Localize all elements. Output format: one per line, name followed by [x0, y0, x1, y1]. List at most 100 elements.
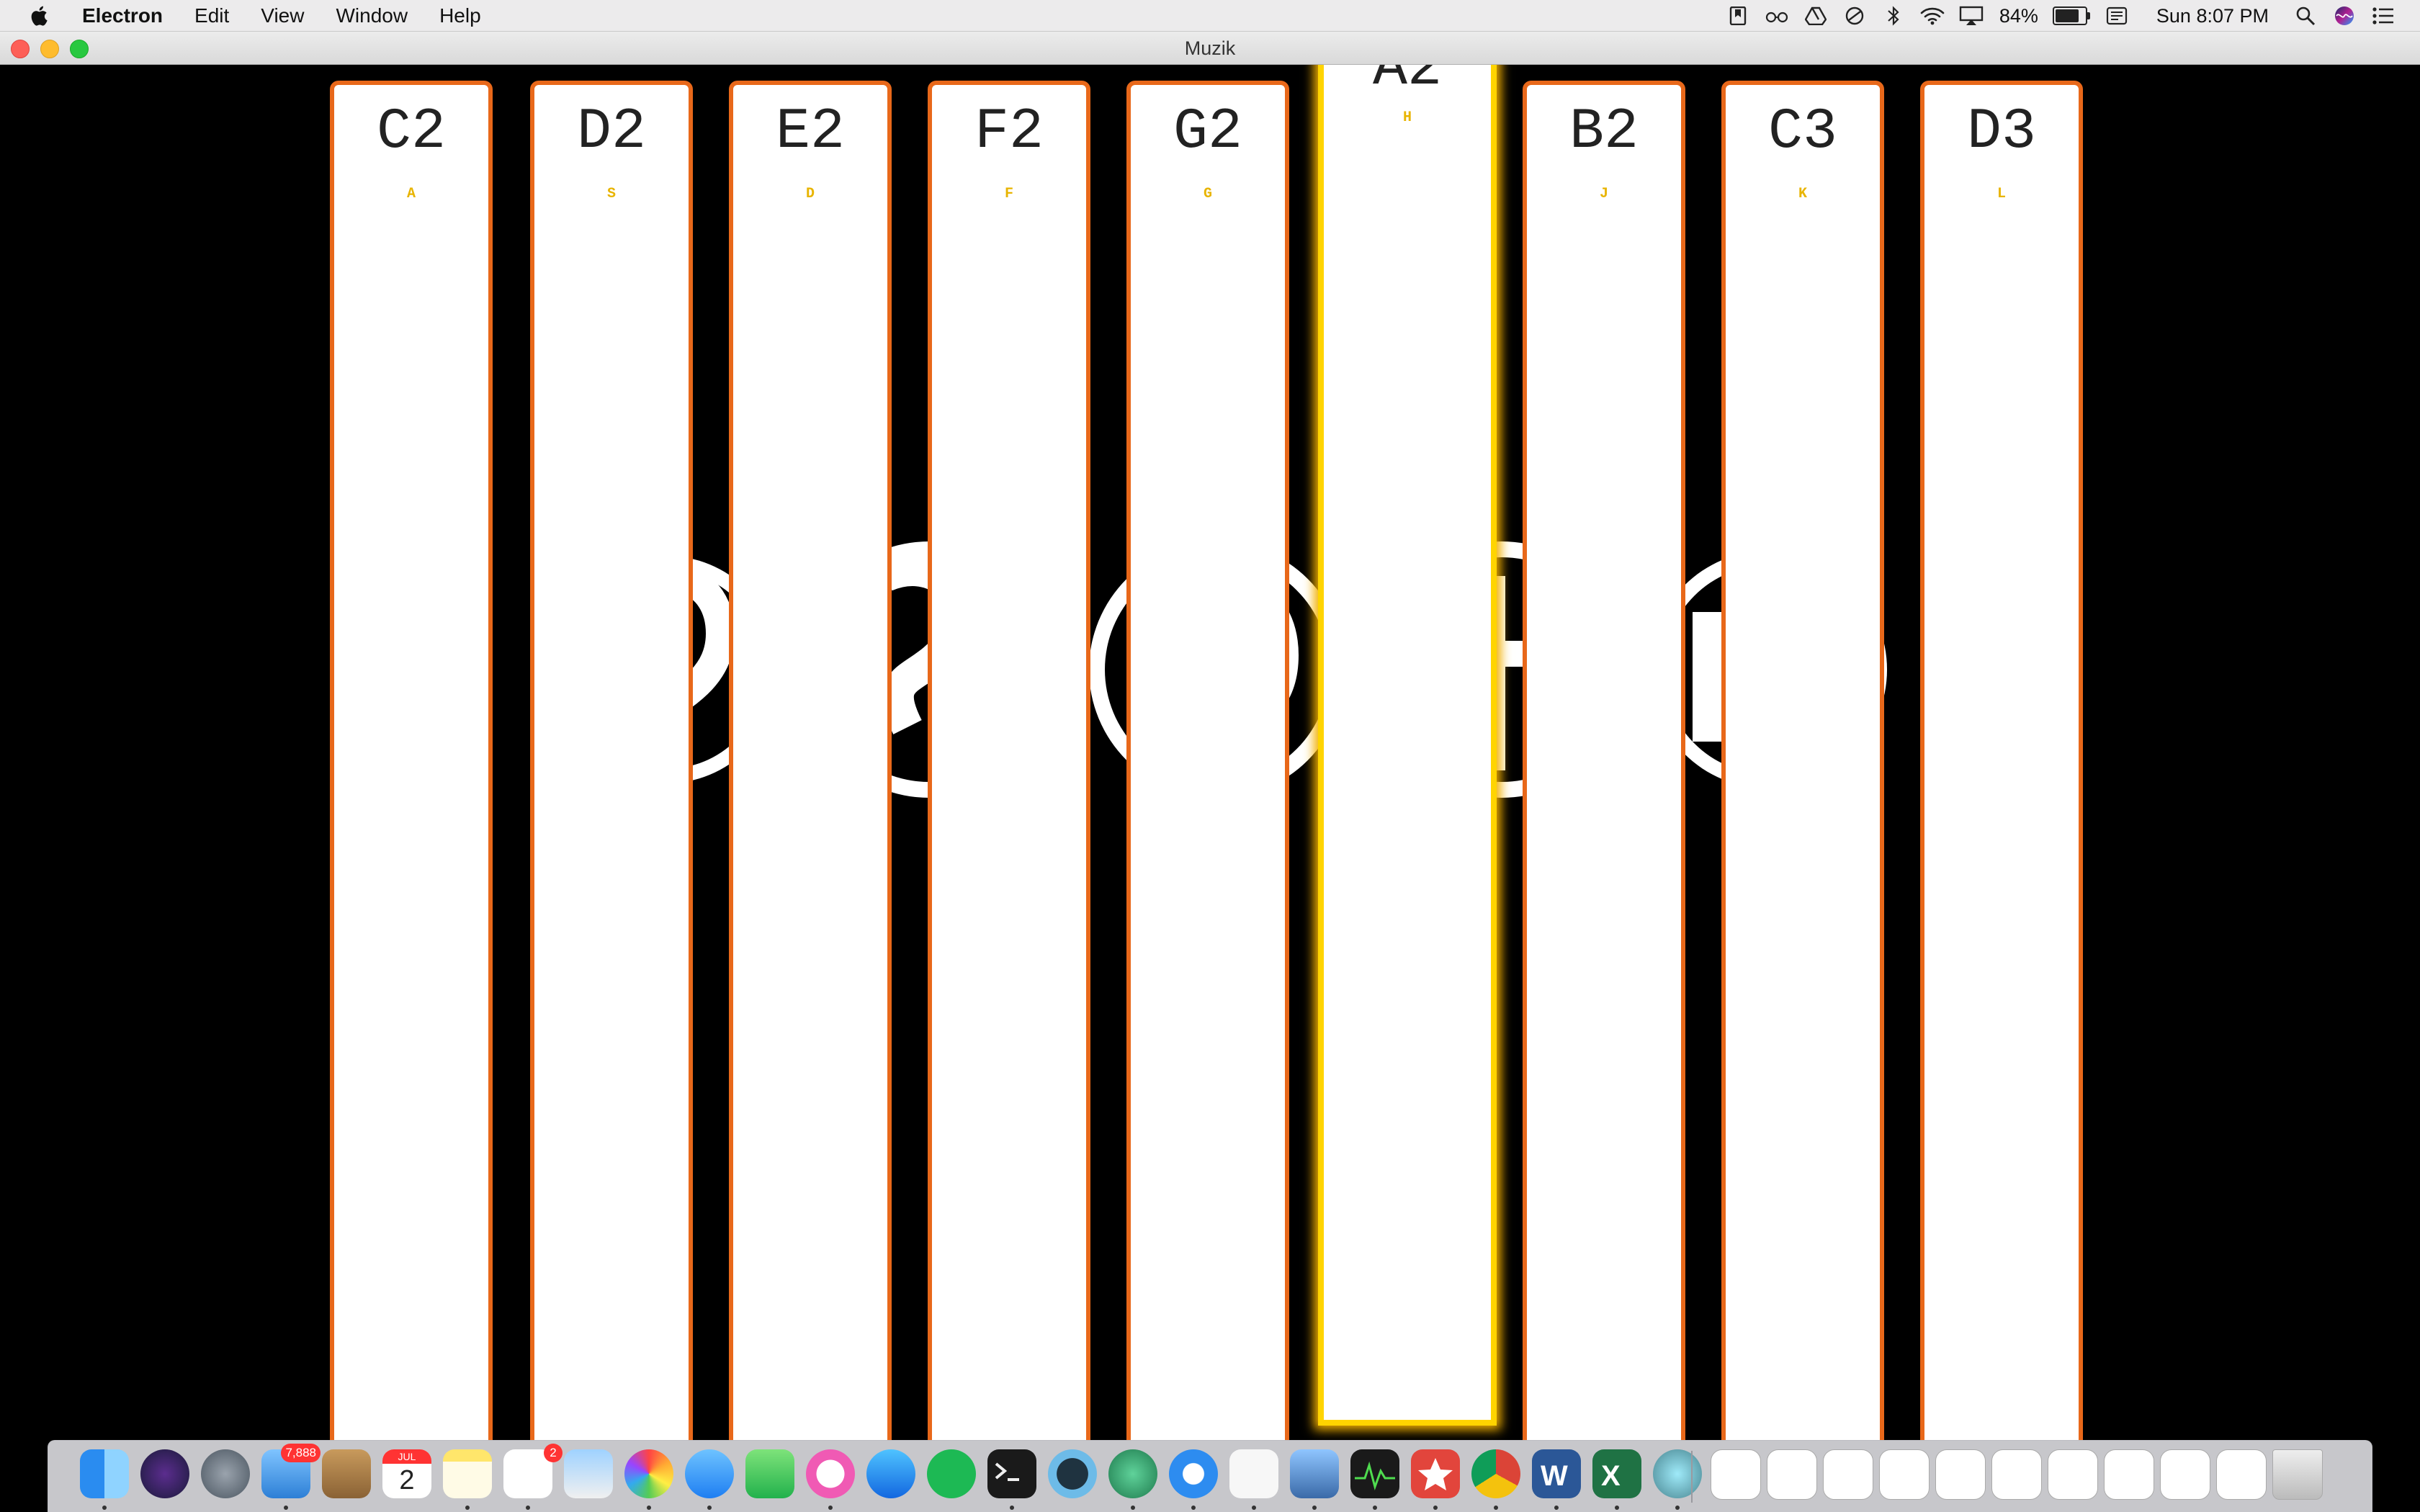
calendar-day: 2 [399, 1465, 415, 1495]
running-indicator [647, 1506, 651, 1510]
document-thumbnail-icon[interactable] [2048, 1449, 2098, 1500]
apple-icon[interactable] [29, 4, 52, 27]
menu-help[interactable]: Help [439, 4, 481, 27]
document-thumbnail-icon[interactable] [2104, 1449, 2154, 1500]
key-shortcut-hint: K [1798, 186, 1807, 202]
app-menu-electron[interactable]: Electron [82, 4, 163, 27]
piano-key-c2[interactable]: C2 A [330, 81, 493, 1440]
google-drive-icon[interactable] [1803, 4, 1828, 28]
dock-app-spotify[interactable] [927, 1449, 976, 1500]
dock-app-music[interactable] [806, 1449, 855, 1510]
window-titlebar: Muzik [0, 32, 2420, 65]
dock-app-contacts[interactable] [322, 1449, 371, 1500]
airplay-icon[interactable] [1959, 4, 1984, 28]
running-indicator [1554, 1506, 1559, 1510]
document-icon [1767, 1449, 1817, 1500]
piano-key-c3[interactable]: C3 K [1721, 81, 1884, 1440]
sync-icon[interactable] [1842, 4, 1867, 28]
dock-app-preview[interactable] [564, 1449, 613, 1500]
dock-app-word[interactable]: W [1532, 1449, 1581, 1510]
document-thumbnail-icon[interactable] [1879, 1449, 1930, 1500]
window-title: Muzik [1184, 37, 1236, 59]
svg-text:W: W [1541, 1460, 1568, 1492]
messages-icon [685, 1449, 734, 1498]
running-indicator [828, 1506, 833, 1510]
running-indicator [1615, 1506, 1619, 1510]
dock-app-messages[interactable] [685, 1449, 734, 1510]
dock-app-rocket[interactable] [201, 1449, 250, 1500]
dock-app-image-viewer[interactable] [1290, 1449, 1339, 1510]
dock-app-quicktime[interactable] [1048, 1449, 1097, 1500]
document-icon [1935, 1449, 1986, 1500]
battery-percent: 84% [1999, 4, 2038, 27]
running-indicator [1494, 1506, 1498, 1510]
menu-window[interactable]: Window [336, 4, 408, 27]
document-thumbnail-icon[interactable] [1991, 1449, 2042, 1500]
key-shortcut-hint: F [1004, 186, 1013, 202]
dock-app-safari[interactable] [1169, 1449, 1218, 1510]
dock-app-photos[interactable] [624, 1449, 673, 1510]
key-shortcut-hint: A [406, 186, 416, 202]
quicktime-icon [1048, 1449, 1097, 1498]
atom-icon [1108, 1449, 1157, 1498]
dock-app-electron[interactable] [1653, 1449, 1702, 1510]
dock-app-notes[interactable] [443, 1449, 492, 1510]
document-thumbnail-icon[interactable] [1935, 1449, 1986, 1500]
document-thumbnail-icon[interactable] [2160, 1449, 2210, 1500]
menu-edit[interactable]: Edit [194, 4, 229, 27]
menu-view[interactable]: View [261, 4, 304, 27]
spotlight-search-icon[interactable] [2293, 4, 2318, 28]
document-icon [1879, 1449, 1930, 1500]
piano-key-b2[interactable]: B2 J [1523, 81, 1685, 1440]
document-thumbnail-icon[interactable] [2216, 1449, 2267, 1500]
dock-app-siri[interactable] [140, 1449, 189, 1500]
dock-app-reminders[interactable]: 2 [503, 1444, 563, 1510]
dock-app-star[interactable] [1411, 1449, 1460, 1510]
key-shortcut-hint: J [1599, 186, 1608, 202]
facetime-icon [745, 1449, 794, 1498]
battery-icon[interactable] [2052, 6, 2090, 25]
notification-center-icon[interactable] [2371, 4, 2396, 28]
running-indicator [284, 1506, 288, 1510]
dock-app-mail[interactable]: 7,888 [261, 1444, 321, 1510]
electron-icon [1653, 1449, 1702, 1498]
document-icon [2048, 1449, 2098, 1500]
clock[interactable]: Sun 8:07 PM [2156, 5, 2269, 27]
bluetooth-icon[interactable] [1881, 4, 1906, 28]
muzik-app: C2 A D2 S E2 D F2 F G2 G A2 H B2 J C3 K D3 L [0, 65, 2420, 1440]
bookmark-icon[interactable] [1726, 4, 1750, 28]
trash-icon[interactable] [2272, 1449, 2323, 1500]
glasses-icon[interactable] [1765, 4, 1789, 28]
calendar-icon: JUL 2 [382, 1449, 431, 1498]
document-thumbnail-icon[interactable] [1767, 1449, 1817, 1500]
siri-icon[interactable] [2332, 4, 2357, 28]
piano-key-f2[interactable]: F2 F [928, 81, 1090, 1440]
running-indicator [1312, 1506, 1317, 1510]
siri-icon [140, 1449, 189, 1498]
document-thumbnail-icon[interactable] [1711, 1449, 1761, 1500]
dock-app-facetime[interactable] [745, 1449, 794, 1500]
dock-app-terminal[interactable] [987, 1449, 1036, 1510]
piano-key-g2[interactable]: G2 G [1126, 81, 1289, 1440]
terminal-icon [987, 1449, 1036, 1498]
wifi-icon[interactable] [1920, 4, 1945, 28]
notification-badge: 7,888 [281, 1444, 321, 1462]
dock-app-excel[interactable]: X [1592, 1449, 1641, 1510]
document-icon [1991, 1449, 2042, 1500]
dock-app-activity-monitor[interactable] [1350, 1449, 1399, 1510]
dock-app-finder[interactable] [80, 1449, 129, 1510]
keyboard-input-icon[interactable] [2105, 4, 2129, 28]
piano-key-a2[interactable]: A2 H [1318, 65, 1497, 1426]
photos-icon [624, 1449, 673, 1498]
dock-app-appstore[interactable] [866, 1449, 915, 1500]
piano-key-e2[interactable]: E2 D [729, 81, 892, 1440]
running-indicator [1675, 1506, 1680, 1510]
dock-app-chrome[interactable] [1471, 1449, 1520, 1510]
document-thumbnail-icon[interactable] [1823, 1449, 1873, 1500]
key-shortcut-hint: L [1996, 186, 2006, 202]
dock-app-atom[interactable] [1108, 1449, 1157, 1510]
piano-key-d2[interactable]: D2 S [530, 81, 693, 1440]
piano-key-d3[interactable]: D3 L [1920, 81, 2083, 1440]
dock-app-calendar[interactable]: JUL 2 [382, 1449, 431, 1500]
dock-app-textedit[interactable] [1229, 1449, 1278, 1510]
